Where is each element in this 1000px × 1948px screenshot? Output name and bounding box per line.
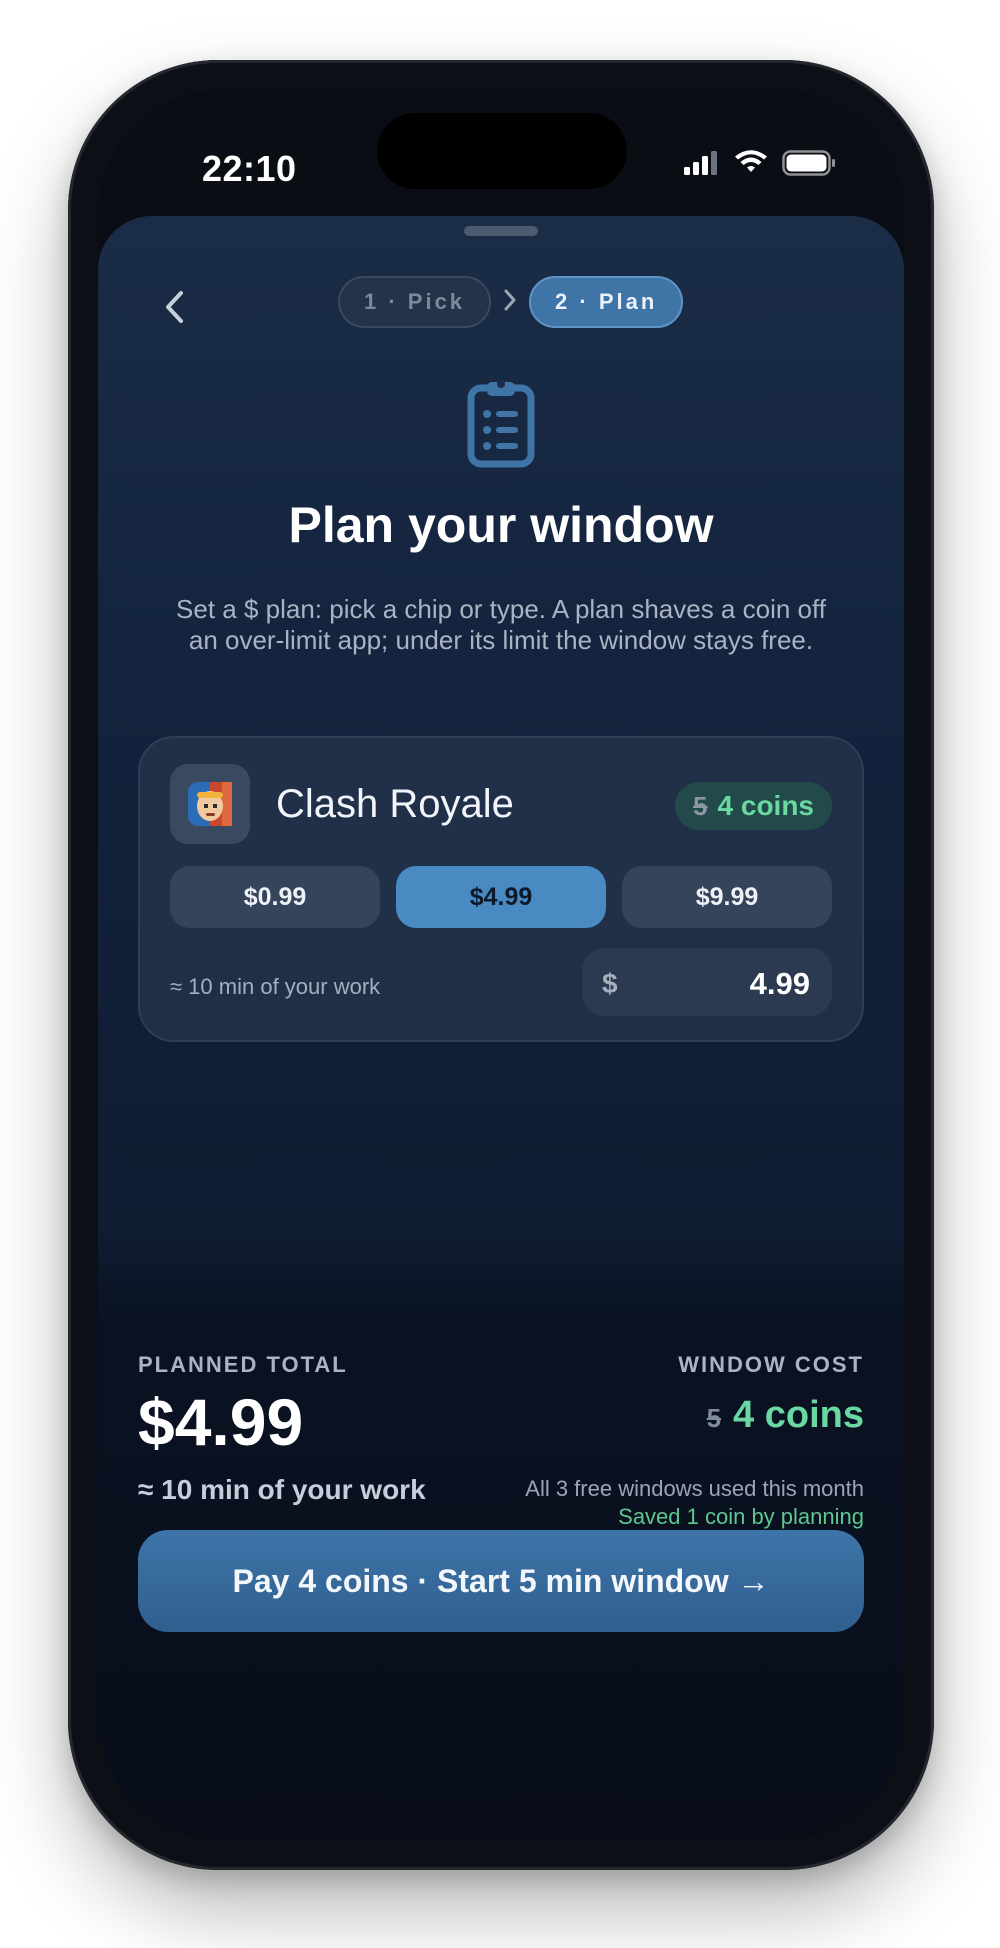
screen: 22:10 1 · Pick 2 · Plan Plan your window… xyxy=(98,90,904,1840)
chevron-left-icon xyxy=(164,290,186,329)
savings-note: Saved 1 coin by planning xyxy=(618,1504,864,1529)
status-time: 22:10 xyxy=(202,148,297,189)
page-subtitle: Set a $ plan: pick a chip or type. A pla… xyxy=(176,594,826,655)
wifi-icon xyxy=(734,150,768,181)
free-windows-note: All 3 free windows used this month xyxy=(525,1476,864,1501)
page-title: Plan your window xyxy=(288,497,714,553)
currency-symbol: $ xyxy=(602,968,618,999)
price-chip-0-99[interactable]: $0.99 xyxy=(170,866,380,928)
back-button[interactable] xyxy=(150,284,200,334)
original-coin-cost: 5 xyxy=(693,790,708,821)
signal-icon xyxy=(684,151,720,180)
system-icons xyxy=(684,150,836,181)
planned-total-amount: $4.99 xyxy=(138,1385,304,1459)
plan-amount-input[interactable]: $ 4.99 xyxy=(582,948,832,1016)
price-chip-row: $0.99 $4.99 $9.99 xyxy=(170,866,832,928)
step-plan-pill[interactable]: 2 · Plan xyxy=(529,276,684,328)
discounted-coin-cost: 4 coins xyxy=(717,790,814,821)
pay-start-window-button[interactable]: Pay 4 coins · Start 5 min window → xyxy=(138,1530,864,1632)
planned-total-label: PLANNED TOTAL xyxy=(138,1352,348,1377)
window-cost-label: WINDOW COST xyxy=(678,1352,864,1377)
status-bar: 22:10 xyxy=(98,90,904,220)
window-cost: 5 4 coins xyxy=(707,1394,864,1437)
app-name: Clash Royale xyxy=(276,782,514,826)
app-plan-card: Clash Royale 5 4 coins $0.99 $4.99 $9.99… xyxy=(138,736,864,1042)
work-estimate: ≈ 10 min of your work xyxy=(170,974,381,999)
plan-amount-value[interactable]: 4.99 xyxy=(750,966,810,1002)
dynamic-island xyxy=(377,113,627,189)
planned-work-estimate: ≈ 10 min of your work xyxy=(138,1474,426,1505)
battery-icon xyxy=(782,150,836,181)
chevron-right-icon xyxy=(503,288,517,317)
window-cost-discounted: 4 coins xyxy=(733,1394,864,1436)
coin-cost-badge: 5 4 coins xyxy=(675,782,832,830)
price-chip-4-99[interactable]: $4.99 xyxy=(396,866,606,928)
phone-frame: 22:10 1 · Pick 2 · Plan Plan your window… xyxy=(68,60,934,1870)
clipboard-list-icon xyxy=(467,376,535,473)
step-pick-pill[interactable]: 1 · Pick xyxy=(338,276,492,328)
step-indicator: 1 · Pick 2 · Plan xyxy=(338,276,684,328)
sheet-grabber[interactable] xyxy=(464,226,538,236)
window-cost-original: 5 xyxy=(706,1403,722,1433)
price-chip-9-99[interactable]: $9.99 xyxy=(622,866,832,928)
app-icon xyxy=(170,764,250,844)
plan-sheet: 1 · Pick 2 · Plan Plan your window Set a… xyxy=(98,216,904,1840)
